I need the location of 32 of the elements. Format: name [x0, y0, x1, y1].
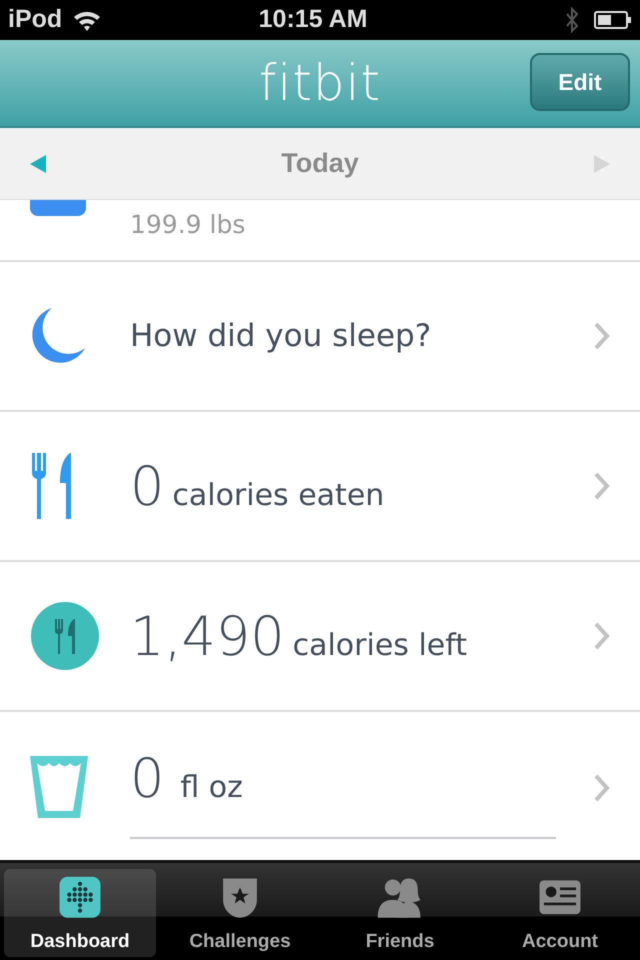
dashboard-row[interactable]: 0 fl oz [0, 712, 640, 860]
tab-bar-item[interactable]: Account [484, 869, 636, 957]
edit-button[interactable]: Edit [530, 53, 630, 111]
tab-bar-item[interactable]: Challenges [164, 869, 316, 957]
carrier-label: iPod [8, 4, 62, 36]
dashboard-row[interactable]: 0 calories eaten [0, 412, 640, 562]
previous-day-arrow-icon[interactable] [30, 154, 46, 172]
chevron-right-icon [594, 774, 610, 802]
weight-value: 199.9 lbs [130, 209, 246, 241]
calorie-label: calories left [292, 626, 468, 664]
water-amount: 0 [130, 746, 164, 812]
calorie-count: 1,490 [130, 604, 285, 670]
date-label: Today [281, 147, 359, 180]
next-day-arrow-icon[interactable] [594, 154, 610, 172]
app-logo: fitbit [258, 52, 382, 114]
chevron-right-icon [594, 322, 610, 350]
battery-icon [594, 10, 632, 30]
scale-icon [30, 200, 86, 216]
plate-icon [30, 601, 100, 671]
dashboard-row[interactable]: How did you sleep? [0, 262, 640, 412]
bluetooth-icon [564, 6, 580, 34]
tab-bar-item[interactable]: Dashboard [4, 869, 156, 957]
calorie-count: 0 [130, 454, 164, 520]
chevron-right-icon [594, 622, 610, 650]
chevron-right-icon [594, 472, 610, 500]
water-unit: fl oz [180, 769, 243, 807]
sleep-prompt: How did you sleep? [130, 316, 432, 356]
glass-icon [30, 754, 88, 820]
time-label: 10:15 AM [258, 4, 368, 36]
dashboard-row[interactable]: 1,490 calories left [0, 562, 640, 712]
calorie-label: calories eaten [172, 476, 384, 514]
tab-bar-item[interactable]: Friends [324, 869, 476, 957]
